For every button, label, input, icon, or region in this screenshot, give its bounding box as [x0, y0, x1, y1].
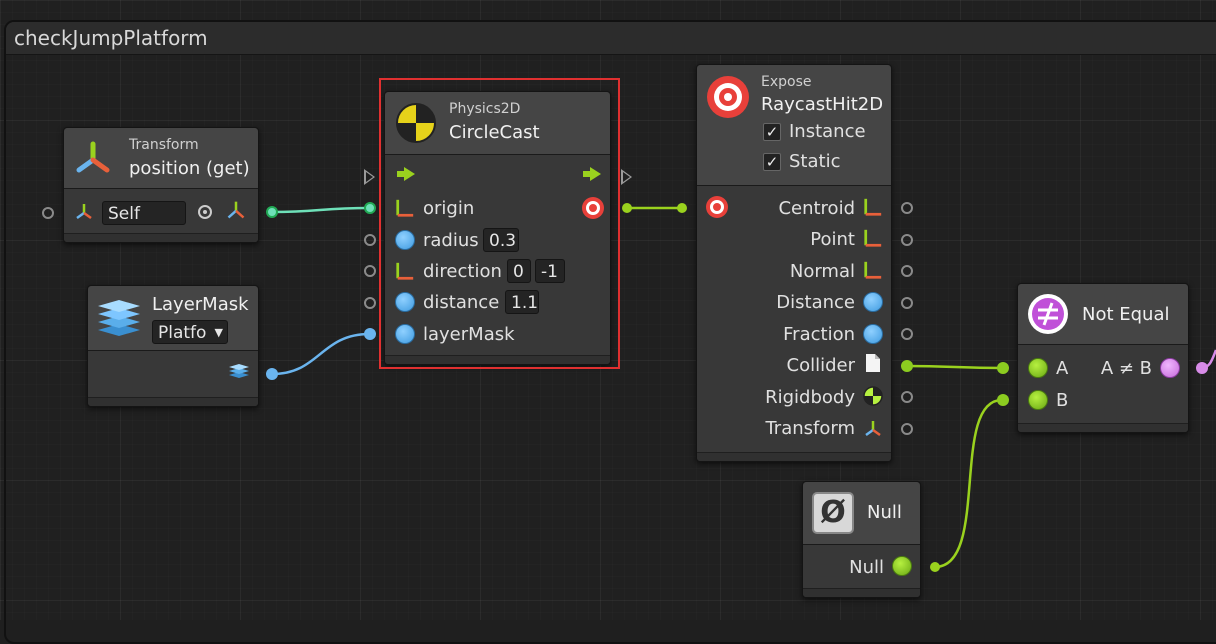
object-output-icon: [892, 556, 912, 576]
vector2-icon: [864, 229, 882, 247]
chevron-down-icon: ▼: [214, 326, 223, 339]
direction-input-port[interactable]: [364, 265, 376, 277]
transform-position-node[interactable]: Transform position (get) Self: [63, 127, 259, 243]
output-label-transform: Transform: [765, 418, 855, 439]
document-icon: [866, 354, 880, 372]
node-title: LayerMask: [152, 294, 249, 315]
raycast-hit-icon: [706, 196, 728, 218]
wire-null-to-b: [934, 398, 1003, 569]
selection-outline: [379, 78, 620, 369]
null-node[interactable]: Ø Null Null: [802, 481, 921, 598]
input-b-port[interactable]: [997, 394, 1009, 406]
float-icon: [863, 292, 883, 312]
float-icon: [863, 324, 883, 344]
layermask-dropdown[interactable]: Platfo ▼: [152, 320, 228, 344]
distance-input-port[interactable]: [364, 297, 376, 309]
node-title: Null: [867, 502, 902, 523]
output-label-centroid: Centroid: [778, 198, 855, 219]
radius-input-port[interactable]: [364, 234, 376, 246]
output-label-distance: Distance: [776, 292, 855, 313]
transform-icon: [76, 141, 110, 173]
point-output-port[interactable]: [901, 234, 913, 246]
vector2-icon: [864, 198, 882, 216]
flow-input-port[interactable]: [364, 169, 375, 185]
output-label-fraction: Fraction: [783, 324, 855, 345]
raycast-hit-icon: [707, 76, 749, 118]
static-label: Static: [789, 151, 841, 172]
output-label-rigidbody: Rigidbody: [765, 387, 855, 408]
bool-output-icon: [1160, 358, 1180, 378]
node-title: RaycastHit2D: [761, 94, 884, 115]
instance-checkbox[interactable]: ✓: [763, 123, 781, 141]
rigidbody-icon: [863, 386, 883, 406]
layers-icon: [98, 300, 140, 336]
input-a-label: A: [1056, 358, 1069, 379]
collider-output-port[interactable]: [901, 360, 913, 372]
input-a-icon: [1028, 358, 1048, 378]
distance-output-port[interactable]: [901, 297, 913, 309]
output-label: Null: [849, 557, 884, 578]
position-output-port[interactable]: [266, 206, 278, 218]
null-icon: Ø: [812, 492, 854, 534]
centroid-output-port[interactable]: [901, 202, 913, 214]
target-picker-icon[interactable]: [198, 205, 212, 219]
vector2-icon: [864, 261, 882, 279]
node-category: Transform: [129, 137, 199, 153]
instance-label: Instance: [789, 121, 866, 142]
origin-input-port[interactable]: [364, 202, 376, 214]
input-b-label: B: [1056, 390, 1069, 411]
output-label: A ≠ B: [1100, 358, 1152, 379]
wire-collider-to-a: [905, 364, 1003, 370]
fraction-output-port[interactable]: [901, 328, 913, 340]
node-title: position (get): [129, 158, 250, 179]
node-category: Expose: [761, 74, 812, 90]
bool-output-port[interactable]: [1196, 362, 1208, 374]
output-label-point: Point: [810, 229, 855, 250]
transform-small-icon: [76, 204, 92, 220]
output-label-normal: Normal: [789, 261, 855, 282]
transform-icon: [865, 421, 881, 437]
vector3-output-icon: [227, 201, 245, 219]
transform-output-port[interactable]: [901, 423, 913, 435]
input-a-port[interactable]: [997, 362, 1009, 374]
expose-raycasthit2d-node[interactable]: Expose RaycastHit2D ✓ Instance ✓ Static …: [696, 64, 892, 462]
wire-position-to-origin: [271, 206, 371, 214]
static-checkbox[interactable]: ✓: [763, 153, 781, 171]
not-equal-icon: [1028, 294, 1068, 334]
rigidbody-output-port[interactable]: [901, 391, 913, 403]
wire-layermask-to-layermask: [271, 332, 371, 376]
output-label-collider: Collider: [786, 355, 855, 376]
layermask-output-port[interactable]: [266, 368, 278, 380]
dropdown-value: Platfo: [158, 323, 207, 343]
layermask-input-port[interactable]: [364, 328, 376, 340]
normal-output-port[interactable]: [901, 265, 913, 277]
node-title: Not Equal: [1082, 304, 1170, 325]
target-input-port[interactable]: [42, 207, 54, 219]
flow-output-port[interactable]: [621, 169, 632, 185]
layermask-node[interactable]: LayerMask Platfo ▼: [87, 285, 259, 407]
not-equal-node[interactable]: Not Equal A A ≠ B B: [1017, 283, 1189, 433]
input-b-icon: [1028, 390, 1048, 410]
target-field[interactable]: Self: [102, 201, 186, 225]
layers-output-icon: [229, 364, 249, 378]
